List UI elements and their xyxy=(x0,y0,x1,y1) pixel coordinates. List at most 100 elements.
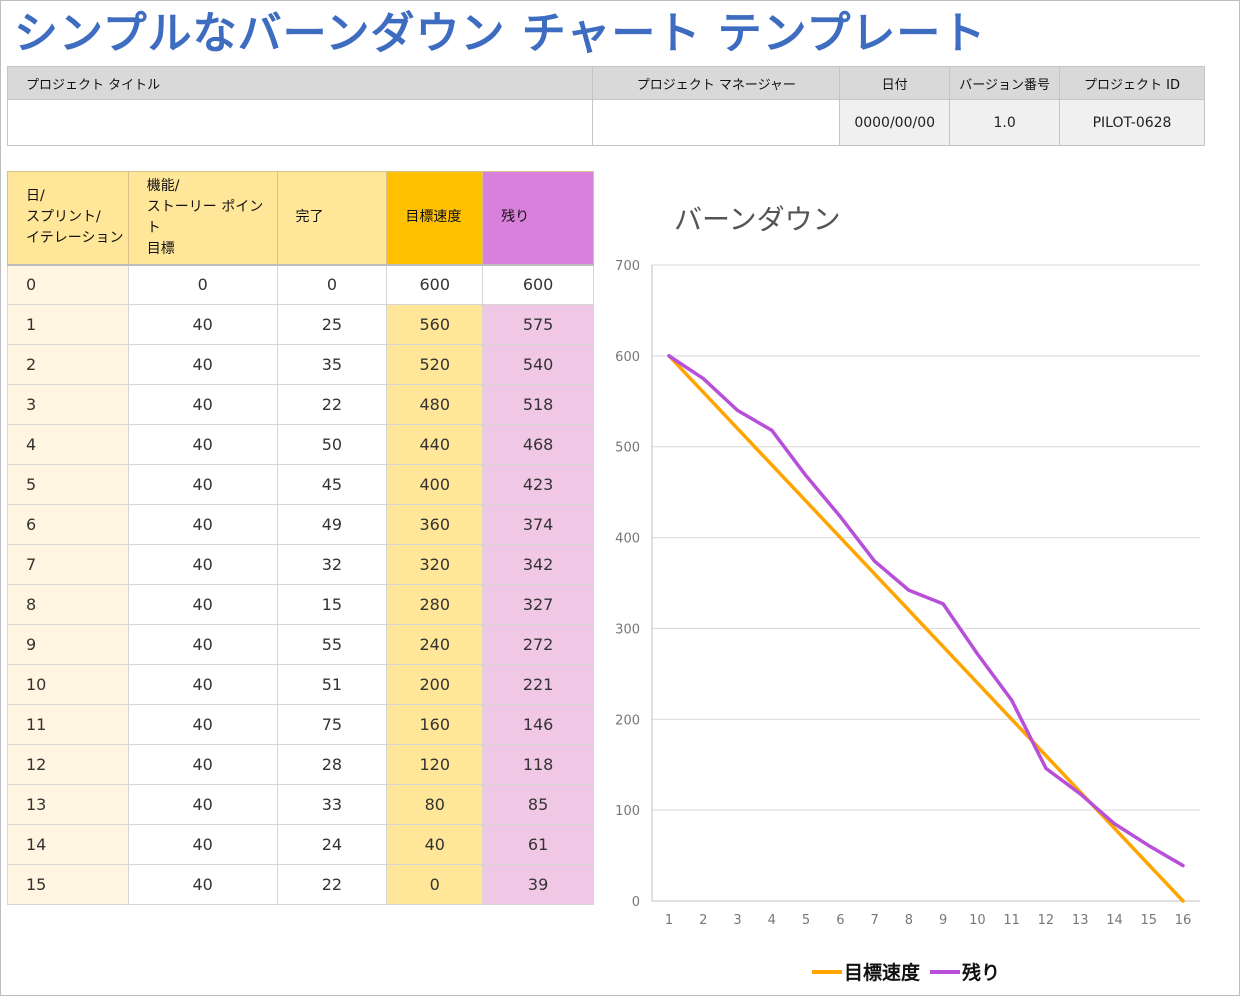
cell-goal[interactable]: 40 xyxy=(127,384,278,425)
cell-day[interactable]: 12 xyxy=(7,744,129,785)
cell-day[interactable]: 11 xyxy=(7,704,129,745)
cell-target[interactable]: 600 xyxy=(386,263,484,305)
data-point-target xyxy=(770,463,774,467)
cell-day[interactable]: 5 xyxy=(7,464,129,505)
cell-target[interactable]: 520 xyxy=(386,344,484,385)
data-point-target xyxy=(1112,826,1116,830)
project-title-cell[interactable] xyxy=(6,99,594,146)
cell-done[interactable]: 50 xyxy=(276,424,388,465)
cell-target[interactable]: 280 xyxy=(386,584,484,625)
cell-done[interactable]: 55 xyxy=(276,624,388,665)
cell-day[interactable]: 4 xyxy=(7,424,129,465)
cell-goal[interactable]: 40 xyxy=(127,704,278,745)
cell-done[interactable]: 33 xyxy=(276,784,388,825)
cell-remaining[interactable]: 342 xyxy=(482,544,594,585)
cell-day[interactable]: 13 xyxy=(7,784,129,825)
y-tick-label: 300 xyxy=(615,622,640,637)
cell-done[interactable]: 28 xyxy=(276,744,388,785)
cell-target[interactable]: 160 xyxy=(386,704,484,745)
cell-remaining[interactable]: 575 xyxy=(482,304,594,345)
cell-goal[interactable]: 0 xyxy=(127,263,278,305)
cell-target[interactable]: 80 xyxy=(386,784,484,825)
table-row: 7 40 32 320 342 xyxy=(7,544,594,585)
data-point-remaining xyxy=(1181,864,1185,868)
date-cell[interactable]: 0000/00/00 xyxy=(839,99,951,146)
cell-day[interactable]: 6 xyxy=(7,504,129,545)
cell-day[interactable]: 0 xyxy=(7,263,129,305)
cell-goal[interactable]: 40 xyxy=(127,584,278,625)
cell-target[interactable]: 560 xyxy=(386,304,484,345)
cell-done[interactable]: 49 xyxy=(276,504,388,545)
cell-goal[interactable]: 40 xyxy=(127,424,278,465)
cell-day[interactable]: 1 xyxy=(7,304,129,345)
legend-label-remaining: 残り xyxy=(962,962,1001,984)
cell-done[interactable]: 22 xyxy=(276,864,388,905)
cell-target[interactable]: 320 xyxy=(386,544,484,585)
cell-remaining[interactable]: 468 xyxy=(482,424,594,465)
table-row: 5 40 45 400 423 xyxy=(7,464,594,505)
cell-done[interactable]: 32 xyxy=(276,544,388,585)
cell-day[interactable]: 2 xyxy=(7,344,129,385)
data-point-remaining xyxy=(667,354,671,358)
cell-target[interactable]: 400 xyxy=(386,464,484,505)
cell-goal[interactable]: 40 xyxy=(127,624,278,665)
cell-target[interactable]: 440 xyxy=(386,424,484,465)
goal-header-line-3: 目標 xyxy=(146,240,175,257)
cell-done[interactable]: 24 xyxy=(276,824,388,865)
cell-target[interactable]: 240 xyxy=(386,624,484,665)
cell-remaining[interactable]: 61 xyxy=(482,824,594,865)
cell-done[interactable]: 45 xyxy=(276,464,388,505)
cell-day[interactable]: 10 xyxy=(7,664,129,705)
cell-goal[interactable]: 40 xyxy=(127,864,278,905)
cell-remaining[interactable]: 146 xyxy=(482,704,594,745)
cell-goal[interactable]: 40 xyxy=(127,544,278,585)
cell-remaining[interactable]: 39 xyxy=(482,864,594,905)
cell-done[interactable]: 0 xyxy=(276,263,388,305)
project-id-cell[interactable]: PILOT-0628 xyxy=(1059,99,1205,146)
cell-target[interactable]: 200 xyxy=(386,664,484,705)
cell-done[interactable]: 25 xyxy=(276,304,388,345)
cell-done[interactable]: 35 xyxy=(276,344,388,385)
cell-goal[interactable]: 40 xyxy=(127,304,278,345)
cell-goal[interactable]: 40 xyxy=(127,504,278,545)
x-tick-label: 15 xyxy=(1140,913,1157,928)
data-point-target xyxy=(1044,754,1048,758)
cell-done[interactable]: 15 xyxy=(276,584,388,625)
cell-day[interactable]: 15 xyxy=(7,864,129,905)
cell-day[interactable]: 14 xyxy=(7,824,129,865)
cell-target[interactable]: 40 xyxy=(386,824,484,865)
cell-target[interactable]: 360 xyxy=(386,504,484,545)
cell-done[interactable]: 75 xyxy=(276,704,388,745)
cell-remaining[interactable]: 600 xyxy=(482,263,594,305)
data-point-remaining xyxy=(1044,766,1048,770)
cell-done[interactable]: 22 xyxy=(276,384,388,425)
cell-remaining[interactable]: 540 xyxy=(482,344,594,385)
cell-goal[interactable]: 40 xyxy=(127,824,278,865)
cell-goal[interactable]: 40 xyxy=(127,464,278,505)
cell-day[interactable]: 8 xyxy=(7,584,129,625)
cell-day[interactable]: 7 xyxy=(7,544,129,585)
cell-remaining[interactable]: 85 xyxy=(482,784,594,825)
cell-target[interactable]: 120 xyxy=(386,744,484,785)
cell-goal[interactable]: 40 xyxy=(127,784,278,825)
cell-goal[interactable]: 40 xyxy=(127,664,278,705)
cell-done[interactable]: 51 xyxy=(276,664,388,705)
cell-remaining[interactable]: 221 xyxy=(482,664,594,705)
cell-remaining[interactable]: 423 xyxy=(482,464,594,505)
date-header: 日付 xyxy=(839,66,951,100)
cell-day[interactable]: 9 xyxy=(7,624,129,665)
cell-day[interactable]: 3 xyxy=(7,384,129,425)
version-cell[interactable]: 1.0 xyxy=(949,99,1061,146)
cell-remaining[interactable]: 518 xyxy=(482,384,594,425)
cell-remaining[interactable]: 118 xyxy=(482,744,594,785)
cell-target[interactable]: 0 xyxy=(386,864,484,905)
project-manager-cell[interactable] xyxy=(592,99,841,146)
data-point-target xyxy=(1181,899,1185,903)
cell-goal[interactable]: 40 xyxy=(127,744,278,785)
cell-goal[interactable]: 40 xyxy=(127,344,278,385)
cell-remaining[interactable]: 374 xyxy=(482,504,594,545)
cell-remaining[interactable]: 327 xyxy=(482,584,594,625)
x-tick-label: 8 xyxy=(905,913,913,928)
cell-target[interactable]: 480 xyxy=(386,384,484,425)
cell-remaining[interactable]: 272 xyxy=(482,624,594,665)
